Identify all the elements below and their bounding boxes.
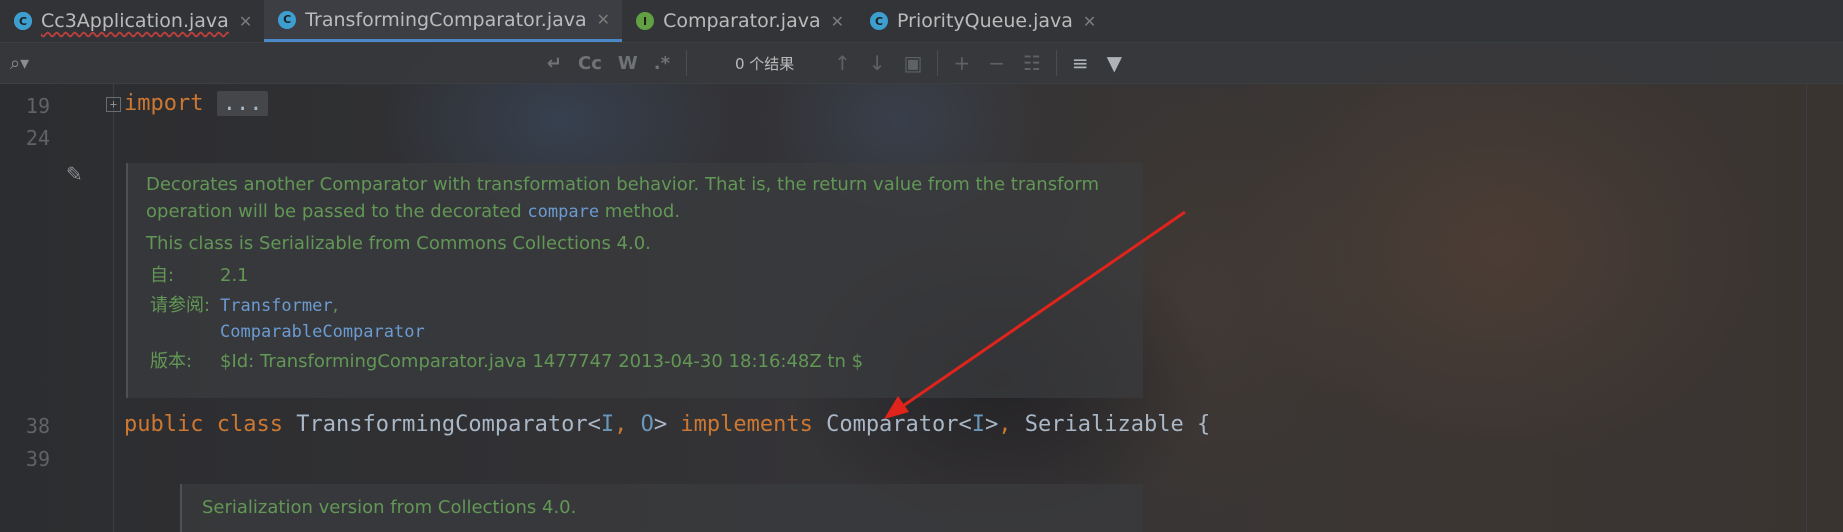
select-occurrences-icon[interactable]: ☷ bbox=[1023, 51, 1041, 75]
doc-code-ref: compare bbox=[527, 202, 600, 222]
import-keyword: import bbox=[124, 91, 204, 116]
line-number: 19 bbox=[25, 94, 50, 118]
doc-link-comparablecomparator[interactable]: ComparableComparator bbox=[220, 322, 425, 342]
arrow-down-icon[interactable]: ↓ bbox=[869, 51, 886, 75]
tab-label: Comparator.java bbox=[663, 10, 821, 32]
tab-label: PriorityQueue.java bbox=[897, 10, 1073, 32]
match-case-toggle[interactable]: Cc bbox=[578, 53, 602, 74]
doc-version-row: 版本: $Id: TransformingComparator.java 147… bbox=[146, 349, 1143, 375]
app-class-icon: C bbox=[14, 12, 32, 30]
code-editor[interactable]: 19 24 38 39 + import ... ✎ Decorates ano… bbox=[0, 84, 1843, 532]
line-number: 39 bbox=[25, 447, 50, 471]
search-results-count: 0 个结果 bbox=[735, 54, 795, 73]
doc-description-line: operation will be passed to the decorate… bbox=[146, 201, 681, 222]
doc-version-key: 版本: bbox=[150, 351, 193, 372]
filter-icon[interactable]: ▼ bbox=[1107, 51, 1122, 75]
doc-description-line: Decorates another Comparator with transf… bbox=[146, 174, 1100, 195]
doc-see-row: 请参阅: Transformer, ComparableComparator bbox=[146, 293, 1143, 345]
fold-gutter-line bbox=[113, 84, 114, 532]
interface-icon: I bbox=[636, 12, 655, 30]
line-number: 24 bbox=[25, 126, 50, 150]
doc-serializable-note: This class is Serializable from Commons … bbox=[146, 233, 651, 254]
remove-occurrence-icon[interactable]: − bbox=[988, 51, 1005, 75]
toolbar-separator bbox=[937, 50, 939, 76]
folded-imports[interactable]: ... bbox=[216, 91, 269, 116]
pencil-icon[interactable]: ✎ bbox=[66, 162, 83, 186]
toolbar-separator bbox=[686, 50, 687, 76]
tab-priorityqueue[interactable]: C PriorityQueue.java ✕ bbox=[856, 0, 1108, 42]
doc-since-key: 自: bbox=[150, 265, 175, 286]
doc-serial-version-note: Serialization version from Collections 4… bbox=[202, 497, 577, 518]
fold-expand-icon[interactable]: + bbox=[106, 97, 121, 112]
tab-comparator[interactable]: I Comparator.java ✕ bbox=[622, 0, 856, 42]
class-declaration-line: public class TransformingComparator<I, O… bbox=[124, 412, 1211, 437]
search-icon[interactable]: ⌕▾ bbox=[10, 53, 29, 74]
add-occurrence-icon[interactable]: + bbox=[953, 51, 970, 75]
find-bar: ⌕▾ ↵ Cc W .* 0 个结果 ↑ ↓ ▣ + − ☷ ≡ ▼ bbox=[0, 43, 1843, 84]
doc-link-transformer[interactable]: Transformer bbox=[220, 296, 333, 316]
doc-since-row: 自: 2.1 bbox=[146, 263, 1143, 289]
line-number: 38 bbox=[25, 414, 50, 438]
search-input[interactable]: ⌕▾ ↵ Cc W .* bbox=[0, 43, 680, 83]
close-icon[interactable]: ✕ bbox=[1083, 12, 1096, 31]
tab-transformingcomparator[interactable]: C TransformingComparator.java ✕ bbox=[264, 0, 623, 42]
javadoc-rendered-block: Serialization version from Collections 4… bbox=[180, 484, 1143, 532]
tab-label: TransformingComparator.java bbox=[305, 8, 587, 31]
doc-since-value: 2.1 bbox=[220, 265, 249, 286]
class-icon: C bbox=[278, 10, 297, 29]
tab-cc3application[interactable]: C Cc3Application.java ✕ bbox=[0, 0, 264, 42]
doc-version-value: $Id: TransformingComparator.java 1477747… bbox=[220, 351, 864, 372]
close-icon[interactable]: ✕ bbox=[597, 10, 610, 29]
arrow-up-icon[interactable]: ↑ bbox=[834, 51, 851, 75]
doc-see-key: 请参阅: bbox=[150, 295, 211, 316]
newline-icon[interactable]: ↵ bbox=[547, 53, 562, 74]
class-icon: C bbox=[870, 12, 889, 30]
filter-lines-icon[interactable]: ≡ bbox=[1072, 51, 1089, 75]
toolbar-separator bbox=[1055, 50, 1057, 76]
comparator-reference[interactable]: Comparator bbox=[826, 412, 958, 437]
right-margin-line bbox=[1806, 84, 1807, 532]
close-icon[interactable]: ✕ bbox=[831, 12, 844, 31]
tab-label: Cc3Application.java bbox=[41, 10, 229, 32]
whole-word-toggle[interactable]: W bbox=[618, 53, 638, 74]
javadoc-rendered-block: Decorates another Comparator with transf… bbox=[126, 163, 1143, 398]
editor-tab-bar: C Cc3Application.java ✕ C TransformingCo… bbox=[0, 0, 1843, 43]
regex-toggle[interactable]: .* bbox=[654, 53, 670, 74]
select-all-occurrences-icon[interactable]: ▣ bbox=[904, 51, 923, 75]
import-line: import ... bbox=[124, 91, 269, 116]
close-icon[interactable]: ✕ bbox=[239, 12, 252, 31]
